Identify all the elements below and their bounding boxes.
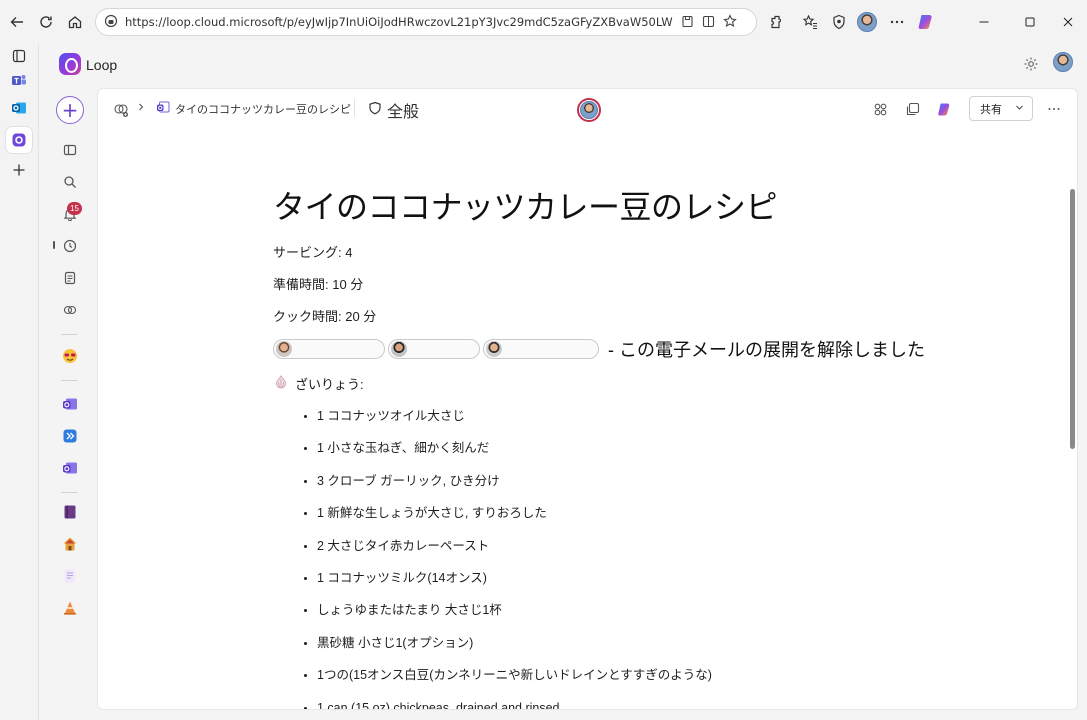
account-avatar[interactable] bbox=[1053, 52, 1075, 74]
stream-app-icon[interactable] bbox=[60, 426, 80, 446]
copy-page-icon[interactable] bbox=[903, 100, 921, 118]
loop-rail-icon[interactable] bbox=[6, 127, 32, 153]
breadcrumb-page-title[interactable]: タイのココナッツカレー豆のレシピ bbox=[175, 101, 351, 117]
browser-toolbar: https://loop.cloud.microsoft/p/eyJwIjp7I… bbox=[0, 0, 1087, 44]
list-item[interactable]: 黒砂糖 小さじ1(オプション) bbox=[317, 636, 712, 668]
loop-navigation: + 15 bbox=[39, 88, 97, 720]
create-new-button[interactable]: + bbox=[56, 96, 84, 124]
cook-time-line[interactable]: クック時間: 20 分 bbox=[273, 306, 376, 325]
expand-email-note: - この電子メールの展開を解除しました bbox=[608, 340, 925, 360]
list-item[interactable]: しょうゆまたはたまり 大さじ1杯 bbox=[317, 603, 712, 635]
ideas-page-icon[interactable] bbox=[60, 268, 80, 288]
loop-page-icon[interactable] bbox=[60, 458, 80, 478]
loop-logo bbox=[59, 53, 81, 75]
more-options-icon[interactable] bbox=[1045, 100, 1063, 118]
favorites-icon[interactable] bbox=[799, 11, 821, 33]
shield-outline-icon bbox=[368, 101, 382, 120]
nav-divider bbox=[61, 380, 77, 381]
more-menu-icon[interactable] bbox=[886, 11, 908, 33]
refresh-icon[interactable] bbox=[35, 11, 57, 33]
avatar bbox=[276, 341, 292, 357]
breadcrumb-divider bbox=[354, 99, 355, 117]
address-bar[interactable]: https://loop.cloud.microsoft/p/eyJwIjp7I… bbox=[95, 8, 757, 36]
edge-sidebar bbox=[0, 44, 38, 720]
app-name: Loop bbox=[86, 57, 118, 73]
search-icon[interactable] bbox=[60, 172, 80, 192]
notification-badge: 15 bbox=[67, 202, 82, 215]
share-button[interactable]: 共有 bbox=[969, 96, 1033, 121]
settings-gear-icon[interactable] bbox=[1021, 54, 1041, 74]
share-label: 共有 bbox=[980, 102, 1002, 116]
scrollbar-thumb[interactable] bbox=[1070, 189, 1075, 449]
person-chip[interactable] bbox=[483, 339, 599, 359]
list-item[interactable]: 1 ココナッツミルク(14オンス) bbox=[317, 571, 712, 603]
workspace-label-group[interactable]: 全般 bbox=[368, 98, 419, 122]
shield-icon[interactable] bbox=[828, 11, 850, 33]
chevron-right-icon bbox=[136, 102, 146, 115]
copilot-icon[interactable] bbox=[915, 11, 937, 33]
avatar bbox=[486, 341, 502, 357]
split-screen-icon[interactable] bbox=[702, 13, 715, 32]
nav-divider bbox=[61, 334, 77, 335]
teams-icon[interactable] bbox=[9, 70, 29, 90]
extensions-icon[interactable] bbox=[766, 11, 788, 33]
close-icon[interactable] bbox=[1058, 12, 1078, 32]
house-emoji-icon[interactable] bbox=[60, 534, 80, 554]
list-item[interactable]: 1 新鮮な生しょうが大さじ, すりおろした bbox=[317, 506, 712, 538]
profile-avatar[interactable] bbox=[856, 11, 878, 33]
active-indicator bbox=[53, 241, 55, 249]
document-canvas: タイのココナッツカレー豆のレシピ 全般 共有 タイのココナッツカレー豆のレシピ … bbox=[97, 88, 1078, 710]
tab-actions-icon[interactable] bbox=[9, 46, 29, 66]
collaborator-presence-avatar[interactable] bbox=[577, 98, 601, 122]
loop-page-icon[interactable] bbox=[60, 394, 80, 414]
sunglasses-emoji-icon[interactable] bbox=[60, 346, 80, 366]
breadcrumb: タイのココナッツカレー豆のレシピ bbox=[136, 100, 351, 117]
page-action-icon[interactable] bbox=[681, 13, 694, 32]
components-grid-icon[interactable] bbox=[871, 100, 889, 118]
people-mentions: - この電子メールの展開を解除しました bbox=[273, 336, 925, 362]
person-chip[interactable] bbox=[273, 339, 385, 359]
minimize-icon[interactable] bbox=[974, 12, 994, 32]
url-text[interactable]: https://loop.cloud.microsoft/p/eyJwIjp7I… bbox=[125, 15, 673, 29]
prep-time-line[interactable]: 準備時間: 10 分 bbox=[273, 274, 363, 293]
lock-icon[interactable] bbox=[104, 13, 118, 32]
person-chip[interactable] bbox=[388, 339, 480, 359]
toggle-panel-icon[interactable] bbox=[60, 140, 80, 160]
maximize-icon[interactable] bbox=[1020, 12, 1040, 32]
list-item[interactable]: 1 小さな玉ねぎ、細かく刻んだ bbox=[317, 441, 712, 473]
document-page-icon[interactable] bbox=[60, 566, 80, 586]
ingredients-heading: ざいりょう: bbox=[273, 374, 364, 393]
home-icon[interactable] bbox=[64, 11, 86, 33]
nav-divider bbox=[61, 492, 77, 493]
notebook-icon[interactable] bbox=[60, 502, 80, 522]
copilot-icon[interactable] bbox=[935, 100, 953, 118]
outlook-icon[interactable] bbox=[9, 98, 29, 118]
loop-app: Loop + 15 タイのココナッツカレー豆のレシピ 全般 共有 タイのココナッ… bbox=[38, 44, 1087, 720]
list-item[interactable]: 1 can (15 oz) chickpeas, drained and rin… bbox=[317, 701, 712, 709]
workspaces-icon[interactable] bbox=[60, 300, 80, 320]
workspace-icon[interactable] bbox=[112, 101, 130, 119]
chevron-down-icon bbox=[1015, 102, 1024, 115]
ingredients-label[interactable]: ざいりょう: bbox=[295, 374, 364, 393]
list-item[interactable]: 3 クローブ ガーリック, ひき分け bbox=[317, 474, 712, 506]
list-item[interactable]: 1つの(15オンス白豆(カンネリーニや新しいドレインとすすぎのような) bbox=[317, 668, 712, 700]
traffic-cone-icon[interactable] bbox=[60, 598, 80, 618]
page-title[interactable]: タイのココナッツカレー豆のレシピ bbox=[273, 182, 778, 228]
list-item[interactable]: 1 ココナッツオイル大さじ bbox=[317, 409, 712, 441]
garlic-emoji-icon bbox=[273, 374, 289, 393]
workspace-name: 全般 bbox=[387, 104, 420, 121]
list-item[interactable]: 2 大さじタイ赤カレーペースト bbox=[317, 539, 712, 571]
document-header: タイのココナッツカレー豆のレシピ 全般 共有 bbox=[98, 89, 1077, 129]
servings-line[interactable]: サービング: 4 bbox=[273, 242, 352, 261]
recent-clock-icon[interactable] bbox=[60, 236, 80, 256]
back-icon[interactable] bbox=[6, 11, 28, 33]
add-app-icon[interactable] bbox=[9, 160, 29, 180]
ingredients-list: 1 ココナッツオイル大さじ 1 小さな玉ねぎ、細かく刻んだ 3 クローブ ガーリ… bbox=[317, 409, 712, 709]
loop-page-icon bbox=[156, 100, 170, 117]
favorite-star-icon[interactable] bbox=[723, 13, 737, 32]
avatar bbox=[391, 341, 407, 357]
